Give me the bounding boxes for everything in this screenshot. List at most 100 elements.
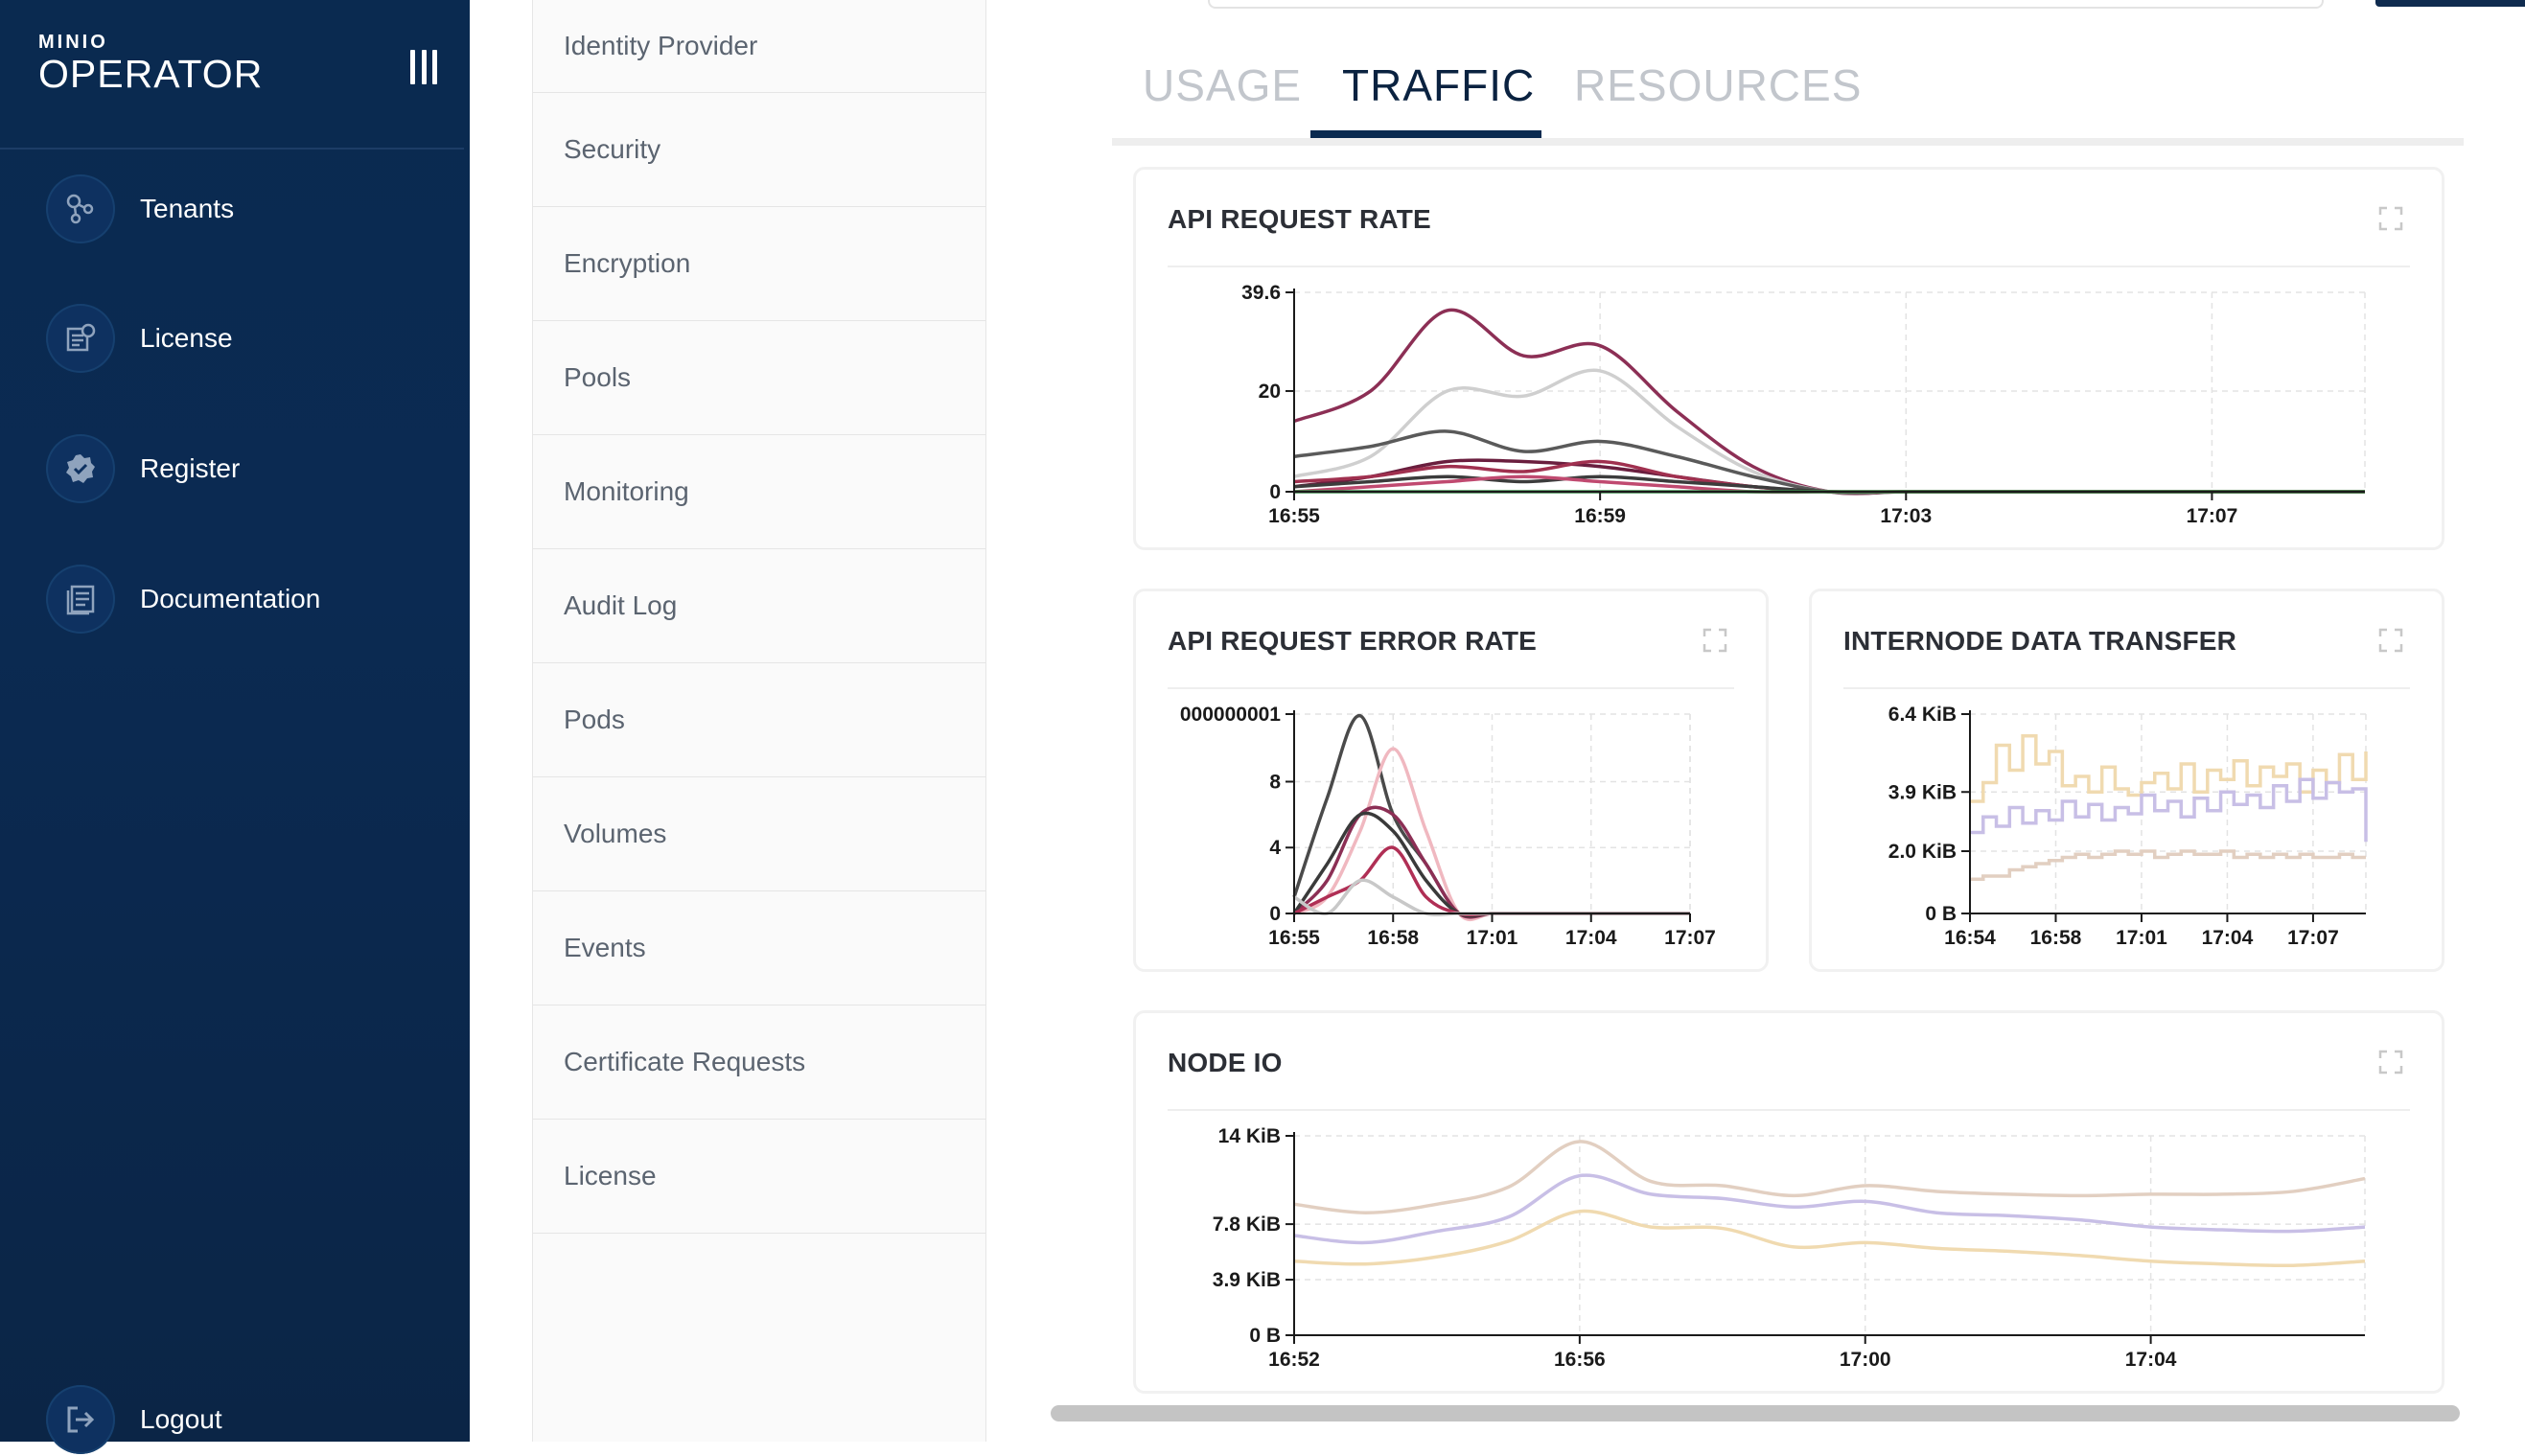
y-tick-label: 6.4 KiB xyxy=(1888,704,1957,726)
x-tick-label: 16:58 xyxy=(2030,927,2082,949)
menu-toggle-icon[interactable] xyxy=(410,50,437,84)
documentation-icon xyxy=(46,565,115,634)
tab-traffic[interactable]: TRAFFIC xyxy=(1342,59,1535,111)
api-request-rate-chart: 0 20 39.6 16:55 16:59 17:03 17:07 xyxy=(1241,282,2366,527)
series-line xyxy=(1293,1173,2366,1245)
subnav-item-audit-log[interactable]: Audit Log xyxy=(533,549,985,663)
subnav-item-label: Security xyxy=(564,134,661,164)
subnav-item-monitoring[interactable]: Monitoring xyxy=(533,435,985,549)
sidebar-item-documentation[interactable]: Documentation xyxy=(46,563,320,636)
x-tick-label: 17:01 xyxy=(1467,927,1518,949)
horizontal-scrollbar[interactable] xyxy=(1045,1399,2467,1428)
series-line xyxy=(1970,734,2368,803)
y-tick-label: 0 xyxy=(1269,481,1281,503)
x-tick-label: 16:58 xyxy=(1367,927,1419,949)
x-tick-label: 16:52 xyxy=(1268,1349,1320,1371)
x-tick-label: 17:04 xyxy=(1565,927,1617,949)
tab-resources[interactable]: RESOURCES xyxy=(1574,59,1862,111)
subnav-item-events[interactable]: Events xyxy=(533,891,985,1005)
subnav-item-label: Pods xyxy=(564,705,625,734)
series-line xyxy=(1293,474,2365,495)
internode-data-transfer-chart: 0 B 2.0 KiB 3.9 KiB 6.4 KiB 16:54 16:58 17:01 1… xyxy=(1888,704,2368,949)
y-tick-label: 3.9 KiB xyxy=(1888,781,1957,803)
minio-operator-logo[interactable]: MINIO OPERATOR xyxy=(38,33,263,94)
subnav-item-label: Volumes xyxy=(564,819,667,848)
sidebar-item-license[interactable]: License xyxy=(46,302,233,375)
node-io-chart: 0 B 3.9 KiB 7.8 KiB 14 KiB 16:52 16:56 17:00 17… xyxy=(1213,1125,2366,1371)
x-tick-label: 16:54 xyxy=(1944,927,1996,949)
top-input-field[interactable] xyxy=(1208,0,2324,9)
y-tick-label: 3.9 KiB xyxy=(1213,1269,1281,1291)
subnav-item-encryption[interactable]: Encryption xyxy=(533,207,985,321)
sidebar-item-label: Register xyxy=(140,453,241,483)
y-tick-label: 20 xyxy=(1259,381,1281,403)
x-tick-label: 17:01 xyxy=(2116,927,2167,949)
x-tick-label: 17:03 xyxy=(1880,505,1932,527)
subnav-item-label: Monitoring xyxy=(564,476,689,506)
y-tick-label: 14 KiB xyxy=(1218,1125,1281,1147)
subnav-item-label: Identity Provider xyxy=(564,31,758,60)
logout-icon xyxy=(46,1385,115,1454)
y-tick-label: 0 xyxy=(1269,903,1281,925)
logo-big-text: OPERATOR xyxy=(38,52,264,96)
subnav-item-label: Pools xyxy=(564,362,632,392)
internode-data-transfer-card: INTERNODE DATA TRANSFER 0 B 2.0 KiB 3.9 Ki… xyxy=(1809,589,2444,972)
y-tick-label: 4 xyxy=(1269,837,1281,859)
y-tick-label: 0 B xyxy=(1249,1325,1281,1347)
subnav-item-pods[interactable]: Pods xyxy=(533,663,985,777)
register-icon xyxy=(46,434,115,503)
y-tick-label: 7.8 KiB xyxy=(1213,1213,1281,1236)
y-tick-label: 8 xyxy=(1269,771,1281,793)
sidebar-item-label: License xyxy=(140,323,233,353)
subnav-item-volumes[interactable]: Volumes xyxy=(533,777,985,891)
series-line xyxy=(1293,1140,2366,1214)
tenants-icon xyxy=(46,174,115,243)
x-tick-label: 16:56 xyxy=(1554,1349,1606,1371)
sidebar: MINIO OPERATOR Tenants License Register … xyxy=(0,0,470,1454)
api-request-rate-card: API REQUEST RATE 0 20 39.6 16:55 16:59 17:03 1… xyxy=(1133,167,2444,550)
sidebar-divider xyxy=(0,148,464,150)
series-line xyxy=(1970,849,2366,881)
subnav-item-label: Encryption xyxy=(564,248,691,278)
subnav-item-license[interactable]: License xyxy=(533,1120,985,1234)
y-tick-label: 2.0 KiB xyxy=(1888,841,1957,863)
logout-button[interactable]: Logout xyxy=(46,1383,222,1456)
active-tab-indicator xyxy=(1310,130,1541,138)
license-icon xyxy=(46,304,115,373)
series-line xyxy=(1293,1209,2366,1268)
x-tick-label: 17:04 xyxy=(2125,1349,2177,1371)
subnav-item-label: Events xyxy=(564,933,646,962)
subnav-item-label: Certificate Requests xyxy=(564,1047,806,1076)
x-tick-label: 17:04 xyxy=(2202,927,2254,949)
x-tick-label: 17:07 xyxy=(1664,927,1716,949)
subnav-item-security[interactable]: Security xyxy=(533,93,985,207)
api-request-error-rate-chart: 0 4 8 000000001 16:55 16:58 17:01 17:04 17:07 xyxy=(1180,704,1716,949)
x-tick-label: 17:07 xyxy=(2287,927,2339,949)
node-io-card: NODE IO 0 B 3.9 KiB 7.8 KiB 14 KiB 16:52 16:5… xyxy=(1133,1010,2444,1394)
scrollbar-thumb[interactable] xyxy=(1051,1405,2460,1421)
y-tick-label: 0 B xyxy=(1925,903,1957,925)
logo-small-text: MINIO xyxy=(38,32,108,53)
x-tick-label: 16:55 xyxy=(1268,927,1320,949)
x-tick-label: 16:59 xyxy=(1574,505,1626,527)
subnav-item-label: License xyxy=(564,1161,657,1190)
subnav-item-certificate-requests[interactable]: Certificate Requests xyxy=(533,1005,985,1120)
y-tick-label: 39.6 xyxy=(1241,282,1281,304)
top-action-button[interactable] xyxy=(2375,0,2525,7)
subnav-item-label: Audit Log xyxy=(564,590,678,620)
tab-usage[interactable]: USAGE xyxy=(1143,59,1302,111)
sidebar-item-register[interactable]: Register xyxy=(46,432,240,505)
sidebar-item-label: Tenants xyxy=(140,194,235,223)
series-line xyxy=(1293,474,2365,495)
x-tick-label: 17:07 xyxy=(2187,505,2238,527)
x-tick-label: 16:55 xyxy=(1268,505,1320,527)
tenant-subnav: Identity Provider Security Encryption Po… xyxy=(532,0,986,1442)
logout-label: Logout xyxy=(140,1404,222,1434)
subnav-item-identity-provider[interactable]: Identity Provider xyxy=(533,0,985,93)
sidebar-item-tenants[interactable]: Tenants xyxy=(46,173,234,245)
subnav-item-pools[interactable]: Pools xyxy=(533,321,985,435)
api-request-error-rate-card: API REQUEST ERROR RATE 0 4 8 000000001 16:55… xyxy=(1133,589,1769,972)
sidebar-item-label: Documentation xyxy=(140,584,321,613)
x-tick-label: 17:00 xyxy=(1840,1349,1891,1371)
y-tick-label: 000000001 xyxy=(1180,704,1281,726)
